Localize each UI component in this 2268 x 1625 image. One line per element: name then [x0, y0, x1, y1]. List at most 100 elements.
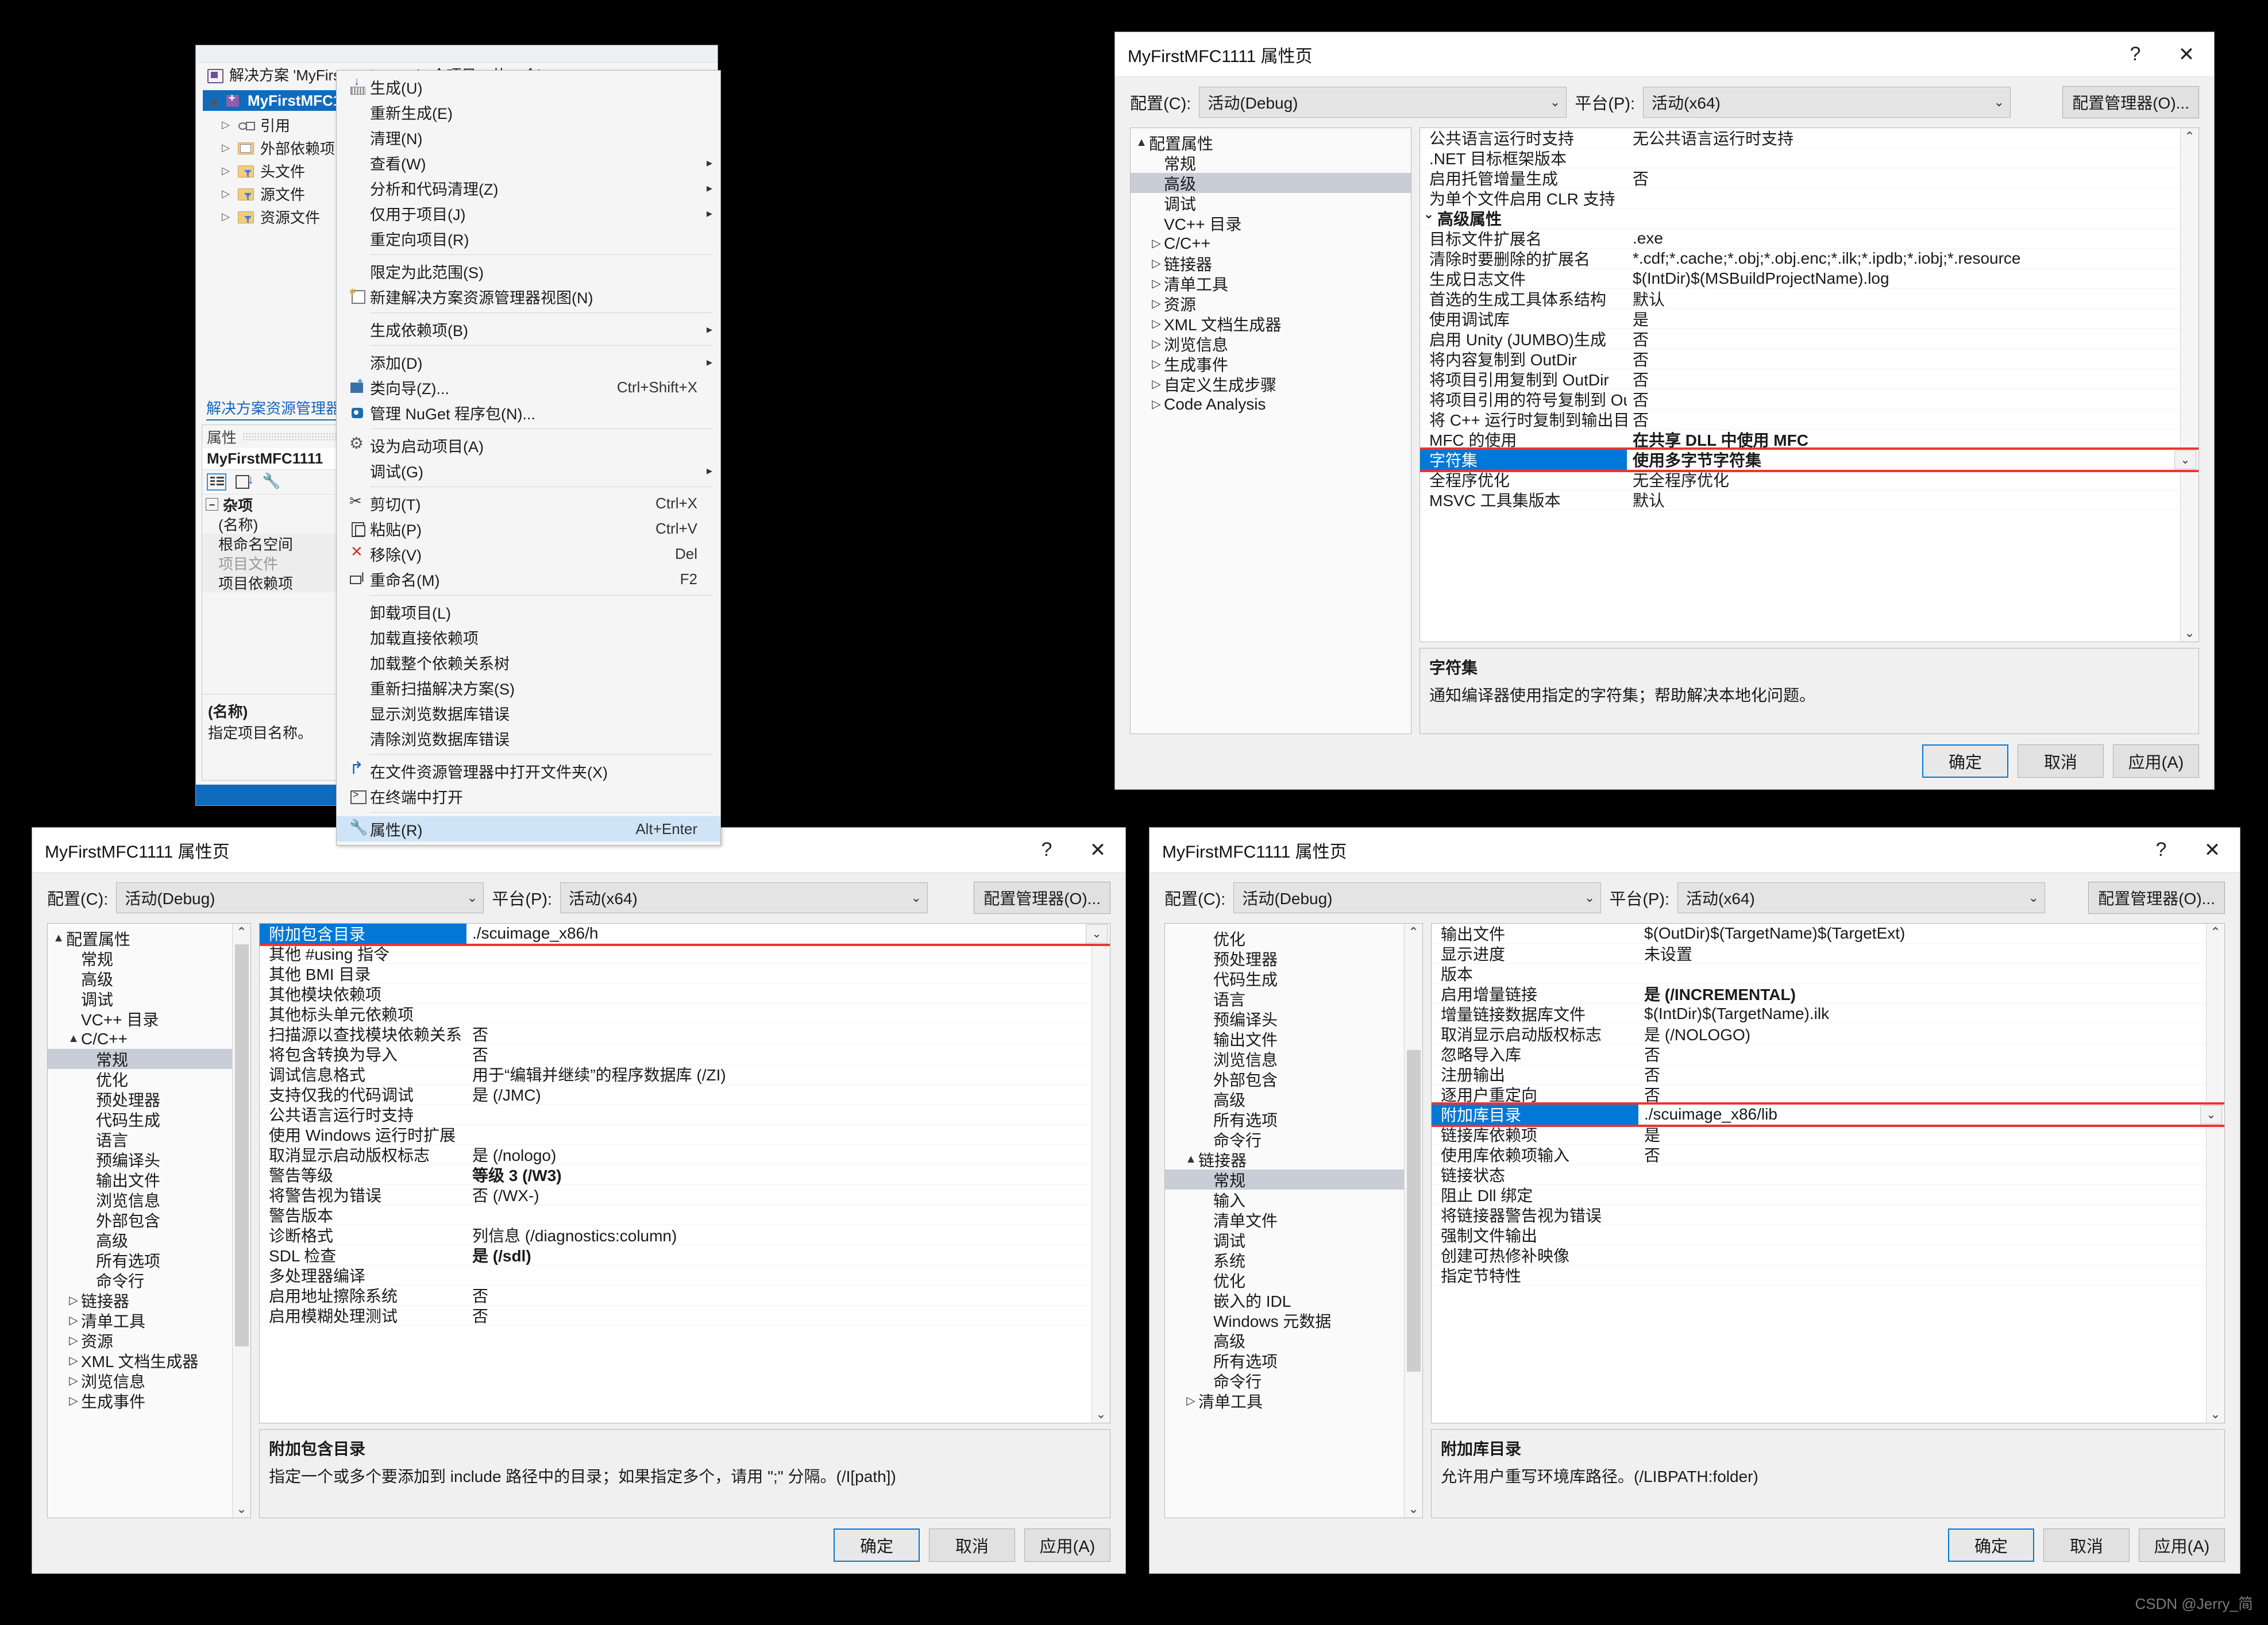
tree-item-node[interactable]: 外部包含: [48, 1210, 250, 1230]
grid-scrollbar[interactable]: ⌃ ⌄: [2180, 128, 2198, 642]
chevron-right-icon[interactable]: ▷: [1149, 296, 1164, 311]
menu-item[interactable]: 查看(W) ▸: [337, 150, 720, 175]
tree-item-node[interactable]: 所有选项: [1165, 1109, 1422, 1129]
property-value[interactable]: 否: [1638, 1043, 2224, 1066]
chevron-right-icon[interactable]: ▷: [1149, 256, 1164, 271]
property-grid[interactable]: 附加包含目录 ./scuimage_x86/h ⌄ 其他 #using 指令 其他 BM…: [259, 923, 1110, 1423]
tree-scrollbar[interactable]: ⌃ ⌄: [1404, 924, 1422, 1518]
property-row[interactable]: 将内容复制到 OutDir 否: [1420, 349, 2198, 369]
property-value[interactable]: $(IntDir)$(MSBuildProjectName).log: [1627, 269, 2198, 288]
tree-item-node[interactable]: VC++ 目录: [1131, 213, 1411, 233]
tree-item-node[interactable]: 代码生成: [1165, 968, 1422, 989]
property-value[interactable]: 无公共语言运行时支持: [1627, 128, 2198, 149]
property-row[interactable]: 取消显示启动版权标志 是 (/nologo): [260, 1145, 1110, 1165]
menu-item[interactable]: 设为启动项目(A): [337, 433, 720, 458]
ok-button[interactable]: 确定: [834, 1528, 920, 1562]
menu-item[interactable]: 在文件资源管理器中打开文件夹(X): [337, 758, 720, 783]
tree-item-node[interactable]: 浏览信息: [1165, 1049, 1422, 1069]
property-row[interactable]: 指定节特性: [1432, 1265, 2224, 1286]
property-row[interactable]: 将包含转换为导入 否: [260, 1044, 1110, 1064]
property-value[interactable]: 无全程序优化: [1627, 468, 2198, 491]
tree-item-node[interactable]: 预处理器: [48, 1089, 250, 1109]
tree-item-node[interactable]: Windows 元数据: [1165, 1310, 1422, 1330]
property-row[interactable]: 字符集 使用多字节字符集 ⌄: [1420, 447, 2198, 472]
tree-item-node[interactable]: 命令行: [1165, 1371, 1422, 1391]
property-value[interactable]: ./scuimage_x86/lib: [1638, 1105, 2200, 1124]
property-pages-tree[interactable]: ▲ 配置属性 常规 高级 调试 VC++ 目录 ▷ C/C++ ▷ 链接器 ▷ 清单工具 ▷ 资源 ▷ XML…: [1130, 128, 1411, 734]
menu-item[interactable]: 仅用于项目(J) ▸: [337, 200, 720, 226]
tree-item-node[interactable]: ▷ XML 文档生成器: [1131, 314, 1411, 334]
property-value[interactable]: 列信息 (/diagnostics:column): [466, 1223, 1110, 1246]
cancel-button[interactable]: 取消: [929, 1528, 1015, 1562]
property-row[interactable]: 使用 Windows 运行时扩展: [260, 1125, 1110, 1145]
property-row[interactable]: 扫描源以查找模块依赖关系否: [260, 1024, 1110, 1044]
value-dropdown-button[interactable]: ⌄: [2200, 1105, 2222, 1124]
tree-item-node[interactable]: 调试: [1165, 1230, 1422, 1250]
property-row[interactable]: 诊断格式 列信息 (/diagnostics:column): [260, 1225, 1110, 1245]
tree-item-node[interactable]: 语言: [1165, 989, 1422, 1009]
property-row[interactable]: 其他 BMI 目录: [260, 964, 1110, 984]
property-row[interactable]: 输出文件 $(OutDir)$(TargetName)$(TargetExt): [1432, 924, 2224, 944]
property-row[interactable]: 附加包含目录 ./scuimage_x86/h ⌄: [260, 924, 1110, 946]
configuration-manager-button[interactable]: 配置管理器(O)...: [2062, 86, 2199, 118]
property-row[interactable]: 目标文件扩展名 .exe: [1420, 229, 2198, 249]
tree-item-node[interactable]: 输入: [1165, 1190, 1422, 1210]
help-icon[interactable]: ?: [2112, 32, 2159, 76]
tree-item-node[interactable]: ▷ 自定义生成步骤: [1131, 374, 1411, 394]
property-value[interactable]: $(IntDir)$(TargetName).ilk: [1638, 1005, 2224, 1023]
tree-item-node[interactable]: ▷ Code Analysis: [1131, 394, 1411, 414]
menu-item[interactable]: 重新扫描解决方案(S): [337, 675, 720, 700]
menu-item[interactable]: 重定向项目(R): [337, 226, 720, 251]
tree-item-node[interactable]: 常规: [1131, 153, 1411, 173]
tree-item-selected[interactable]: 常规: [1165, 1169, 1422, 1190]
chevron-right-icon[interactable]: ▷: [1183, 1394, 1198, 1408]
tree-item-selected[interactable]: 常规: [48, 1049, 250, 1069]
property-value[interactable]: 否: [1627, 348, 2198, 370]
help-icon[interactable]: ?: [1023, 828, 1070, 872]
property-value[interactable]: 是 (/nologo): [466, 1143, 1110, 1166]
tree-item-node[interactable]: ▷ 资源: [1131, 294, 1411, 314]
property-value[interactable]: 使用多字节字符集: [1627, 448, 2174, 471]
chevron-down-icon[interactable]: ▲: [51, 932, 66, 945]
apply-button[interactable]: 应用(A): [2139, 1528, 2225, 1562]
chevron-down-icon[interactable]: ▲: [1183, 1153, 1198, 1166]
help-icon[interactable]: ?: [2138, 828, 2185, 872]
property-row[interactable]: 公共语言运行时支持 无公共语言运行时支持: [1420, 128, 2198, 148]
scroll-up-icon[interactable]: ⌃: [2184, 128, 2194, 145]
menu-item[interactable]: 重新生成(E): [337, 99, 720, 125]
property-row[interactable]: MFC 的使用 在共享 DLL 中使用 MFC: [1420, 430, 2198, 450]
cancel-button[interactable]: 取消: [2043, 1528, 2130, 1562]
sidebar-item-resource-files[interactable]: ▷ 资源文件: [220, 206, 320, 227]
tree-item-node[interactable]: ▷ 清单工具: [48, 1310, 250, 1330]
cancel-button[interactable]: 取消: [2018, 744, 2104, 778]
scroll-down-icon[interactable]: ⌄: [1408, 1500, 1418, 1518]
close-icon[interactable]: ✕: [2159, 32, 2214, 76]
property-row[interactable]: 显示进度 未设置: [1432, 944, 2224, 964]
close-icon[interactable]: ✕: [2185, 828, 2240, 872]
property-row[interactable]: 取消显示启动版权标志 是 (/NOLOGO): [1432, 1024, 2224, 1044]
chevron-down-icon[interactable]: ⌄: [1420, 207, 1437, 230]
scroll-down-icon[interactable]: ⌄: [1096, 1406, 1106, 1423]
menu-item[interactable]: 显示浏览数据库错误: [337, 700, 720, 725]
tree-item-node[interactable]: 输出文件: [1165, 1029, 1422, 1049]
property-row[interactable]: 启用托管增量生成 否: [1420, 168, 2198, 188]
close-icon[interactable]: ✕: [1070, 828, 1125, 872]
configuration-select[interactable]: 活动(Debug) ⌄: [1199, 87, 1567, 118]
apply-button[interactable]: 应用(A): [1024, 1528, 1110, 1562]
menu-item[interactable]: 类向导(Z)... Ctrl+Shift+X: [337, 375, 720, 400]
menu-item[interactable]: 清理(N): [337, 125, 720, 150]
alphabetical-sort-icon[interactable]: [234, 472, 254, 491]
property-value[interactable]: 否: [466, 1284, 1110, 1307]
tree-item-node[interactable]: 外部包含: [1165, 1069, 1422, 1089]
tree-item-node[interactable]: 优化: [1165, 1270, 1422, 1290]
property-value[interactable]: *.cdf;*.cache;*.obj;*.obj.enc;*.ilk;*.ip…: [1627, 249, 2198, 268]
grid-scrollbar[interactable]: ⌃ ⌄: [1091, 924, 1110, 1423]
property-row[interactable]: 将 C++ 运行时复制到输出目录否: [1420, 410, 2198, 430]
property-row[interactable]: 生成日志文件 $(IntDir)$(MSBuildProjectName).log: [1420, 269, 2198, 289]
property-value[interactable]: 是 (/JMC): [466, 1083, 1110, 1106]
property-category-row[interactable]: ⌄ 高级属性: [1420, 207, 2198, 230]
platform-select[interactable]: 活动(x64) ⌄: [560, 882, 928, 913]
property-row[interactable]: 启用地址擦除系统 否: [260, 1286, 1110, 1306]
sidebar-item-external-dependencies[interactable]: ▷ 外部依赖项: [220, 137, 335, 158]
menu-item[interactable]: 加载直接依赖项: [337, 624, 720, 650]
